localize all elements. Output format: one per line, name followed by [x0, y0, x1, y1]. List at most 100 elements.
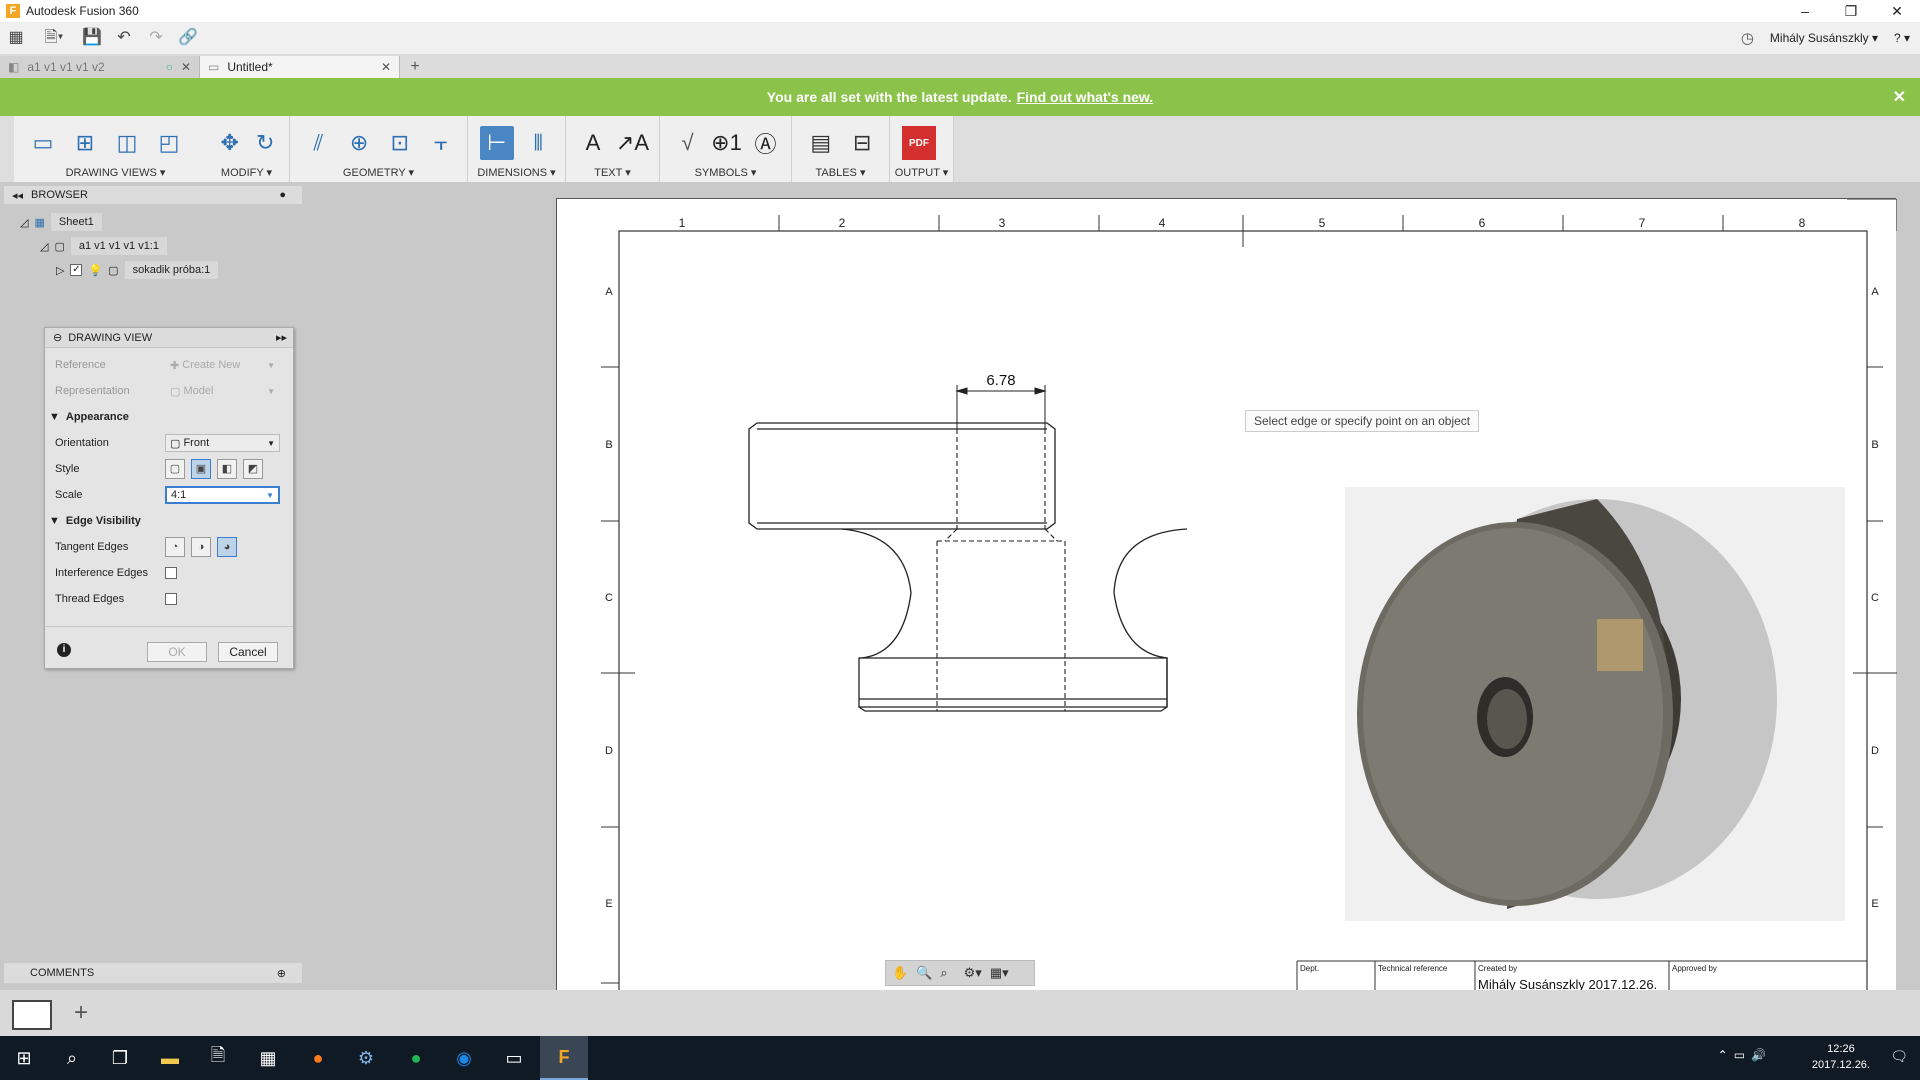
detail-view-icon[interactable]: ◰ [152, 126, 186, 160]
data-panel-grid-icon[interactable]: ▦ [0, 24, 32, 52]
save-icon[interactable]: 💾 [76, 24, 108, 52]
tab-document-untitled[interactable]: ▭ Untitled* ✕ [200, 56, 400, 78]
rotate-icon[interactable]: ↻ [252, 126, 280, 160]
notifications-icon[interactable]: 🗨 [1890, 1048, 1908, 1065]
restore-button[interactable]: ❐ [1828, 0, 1874, 22]
system-tray-icons[interactable]: ⌃▭🔊 [1718, 1048, 1772, 1062]
modify-menu[interactable]: MODIFY ▾ [204, 166, 289, 179]
dialog-expand-icon[interactable]: ▸▸ [276, 331, 287, 344]
expand-triangle-icon[interactable]: ▷ [56, 264, 64, 277]
info-icon[interactable]: i [57, 643, 71, 657]
scale-input[interactable]: 4:1 ▼ [165, 486, 280, 504]
section-view-icon[interactable]: ◫ [110, 126, 144, 160]
balloon-icon[interactable]: ⊟ [846, 126, 880, 160]
tree-item-component[interactable]: ▷ ✓ 💡 ▢ sokadik próba:1 [56, 260, 219, 280]
pan-icon[interactable]: ✋ [892, 965, 908, 981]
tangent-off-button[interactable]: ◔ [165, 537, 185, 557]
zoom-icon[interactable]: 🔍 [916, 965, 932, 981]
center-mark-icon[interactable]: ⊕ [343, 126, 376, 160]
add-comment-icon[interactable]: ⊕ [277, 967, 286, 980]
thread-edges-checkbox[interactable] [165, 593, 177, 605]
lightbulb-icon[interactable]: 💡 [88, 264, 102, 277]
tab-document-a1[interactable]: ◧ a1 v1 v1 v1 v2 ○ ✕ [0, 56, 200, 78]
close-window-button[interactable]: ✕ [1874, 0, 1920, 22]
file-menu-icon[interactable]: 🗎▾ [32, 24, 76, 52]
redo-icon[interactable]: ↷ [140, 24, 172, 52]
surface-texture-icon[interactable]: √ [672, 126, 703, 160]
center-mark-pattern-icon[interactable]: ⊡ [384, 126, 417, 160]
centerline-icon[interactable]: ⫽ [302, 126, 335, 160]
whats-new-link[interactable]: Find out what's new. [1017, 89, 1154, 105]
calculator-icon[interactable]: ▦ [244, 1036, 292, 1080]
close-tab-icon[interactable]: ✕ [381, 60, 391, 74]
link-icon[interactable]: 🔗 [172, 24, 204, 52]
leader-text-icon[interactable]: ↗A [616, 126, 649, 160]
collapse-triangle-icon[interactable]: ◿ [20, 216, 28, 229]
style-shaded-button[interactable]: ◧ [217, 459, 237, 479]
drawing-sheet[interactable]: 1 2 3 4 5 6 7 8 A B C D E A B C D E 6.78… [556, 198, 1898, 1012]
tables-menu[interactable]: TABLES ▾ [792, 166, 889, 179]
feature-control-frame-icon[interactable]: ⊕1 [711, 126, 742, 160]
datum-identifier-icon[interactable]: Ⓐ [750, 126, 781, 160]
browser-pin-icon[interactable]: ● [279, 189, 286, 201]
close-banner-icon[interactable]: ✕ [1893, 87, 1906, 107]
representation-dropdown[interactable]: ▢ Model ▼ [165, 382, 280, 400]
undo-icon[interactable]: ↶ [108, 24, 140, 52]
style-hidden-edges-button[interactable]: ▣ [191, 459, 211, 479]
section-toggle-icon[interactable]: ▼ [49, 411, 60, 423]
tangent-shortened-button[interactable]: ◕ [217, 537, 237, 557]
collapse-browser-icon[interactable]: ◂◂ [12, 189, 23, 202]
appearance-section[interactable]: ▼ Appearance [49, 406, 279, 428]
ok-button[interactable]: OK [147, 642, 207, 662]
messenger-icon[interactable]: ◉ [440, 1036, 488, 1080]
job-status-clock-icon[interactable]: ◷ [1741, 29, 1754, 47]
section-toggle-icon[interactable]: ▼ [49, 515, 60, 527]
user-account-menu[interactable]: Mihály Susánszkly ▾ [1770, 31, 1878, 45]
style-visible-edges-button[interactable]: ▢ [165, 459, 185, 479]
add-sheet-plus-icon[interactable]: + [66, 998, 96, 1028]
orientation-dropdown[interactable]: ▢ Front ▼ [165, 434, 280, 452]
sheet-thumbnail[interactable] [12, 1000, 52, 1030]
edge-extension-icon[interactable]: ⫟ [424, 126, 457, 160]
document-icon[interactable]: 🗎 [194, 1036, 242, 1080]
output-menu[interactable]: OUTPUT ▾ [890, 166, 953, 179]
grid-settings-icon[interactable]: ▦▾ [990, 965, 1009, 981]
style-shaded-hidden-button[interactable]: ◩ [243, 459, 263, 479]
symbols-menu[interactable]: SYMBOLS ▾ [660, 166, 791, 179]
text-icon[interactable]: A [578, 126, 608, 160]
move-icon[interactable]: ✥ [216, 126, 244, 160]
fusion-taskbar-icon[interactable]: F [540, 1036, 588, 1080]
windows-start-icon[interactable]: ⊞ [0, 1036, 48, 1080]
base-view-icon[interactable]: ▭ [26, 126, 60, 160]
task-view-icon[interactable]: ❐ [96, 1036, 144, 1080]
new-tab-plus-icon[interactable]: + [400, 56, 430, 78]
display-settings-icon[interactable]: ⚙▾ [964, 965, 982, 981]
search-icon[interactable]: ⌕ [48, 1036, 96, 1080]
geometry-menu[interactable]: GEOMETRY ▾ [290, 166, 467, 179]
drawing-views-menu[interactable]: DRAWING VIEWS ▾ [14, 166, 217, 179]
projected-view-icon[interactable]: ⊞ [68, 126, 102, 160]
minimize-button[interactable]: – [1782, 0, 1828, 22]
collapse-triangle-icon[interactable]: ◿ [40, 240, 48, 253]
taskbar-clock[interactable]: 12:26 2017.12.26. [1812, 1041, 1870, 1073]
tree-item-sheet[interactable]: ◿ ▦ Sheet1 [20, 212, 102, 232]
pdf-output-icon[interactable]: PDF [902, 126, 936, 160]
table-icon[interactable]: ▤ [804, 126, 838, 160]
dimensions-menu[interactable]: DIMENSIONS ▾ [468, 166, 565, 179]
firefox-icon[interactable]: ● [294, 1036, 342, 1080]
file-explorer-icon[interactable]: ▬ [146, 1036, 194, 1080]
dialog-collapse-icon[interactable]: ⊖ [53, 331, 62, 344]
reference-dropdown[interactable]: ✚ Create New ▼ [165, 356, 280, 374]
tangent-full-button[interactable]: ◑ [191, 537, 211, 557]
dimension-icon[interactable]: ⊢ [480, 126, 514, 160]
tree-item-view[interactable]: ◿ ▢ a1 v1 v1 v1 v1:1 [40, 236, 167, 256]
zoom-window-icon[interactable]: ⌕ [940, 965, 947, 981]
spotify-icon[interactable]: ● [392, 1036, 440, 1080]
close-tab-icon[interactable]: ✕ [181, 60, 191, 74]
sheet-canvas[interactable]: 1 2 3 4 5 6 7 8 A B C D E A B C D E 6.78… [557, 198, 1898, 1012]
interference-edges-checkbox[interactable] [165, 567, 177, 579]
edge-visibility-section[interactable]: ▼ Edge Visibility [49, 510, 279, 532]
visibility-checkbox[interactable]: ✓ [70, 264, 83, 276]
cancel-button[interactable]: Cancel [218, 642, 278, 662]
help-menu[interactable]: ? ▾ [1894, 31, 1910, 45]
